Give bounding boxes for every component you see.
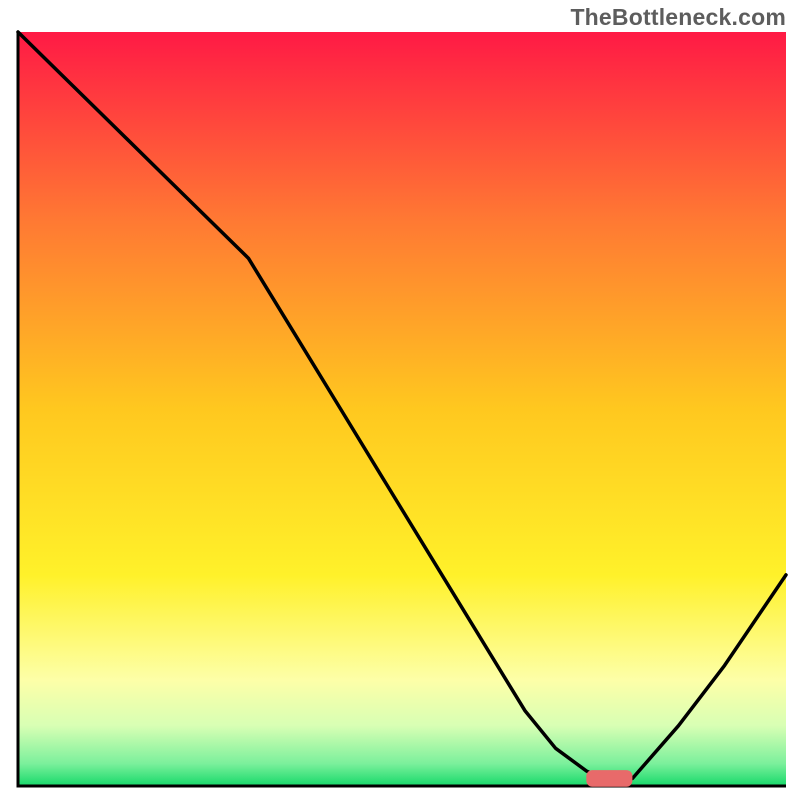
bottleneck-chart xyxy=(0,0,800,800)
optimal-range-marker xyxy=(586,770,632,787)
chart-container: { "watermark": "TheBottleneck.com", "cha… xyxy=(0,0,800,800)
